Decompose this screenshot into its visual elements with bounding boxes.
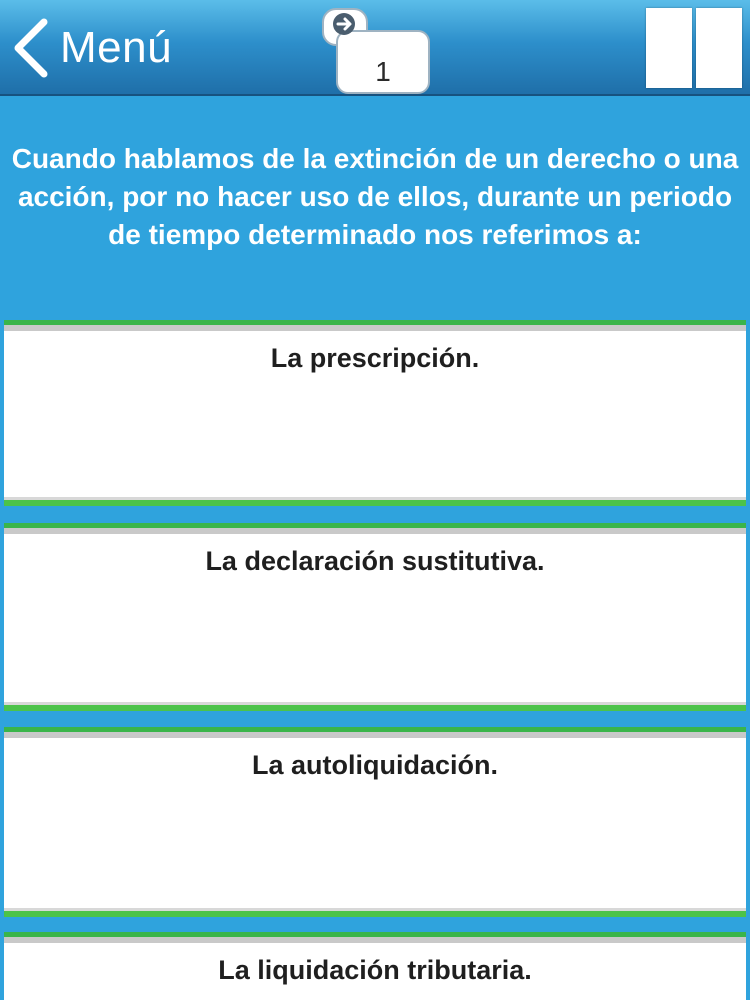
- answer-option-4[interactable]: La liquidación tributaria.: [4, 932, 746, 1000]
- question-counter: 1: [322, 8, 430, 94]
- answer-label: La autoliquidación.: [251, 750, 498, 780]
- pause-bar-right: [696, 8, 742, 88]
- answer-option-3[interactable]: La autoliquidación.: [4, 727, 746, 917]
- back-button[interactable]: Menú: [10, 14, 172, 82]
- answer-option-2[interactable]: La declaración sustitutiva.: [4, 523, 746, 711]
- answer-option-1[interactable]: La prescripción.: [4, 320, 746, 506]
- pause-button[interactable]: [644, 8, 744, 88]
- chevron-left-icon: [10, 18, 50, 78]
- question-number: 1: [375, 56, 391, 87]
- top-bar: Menú 1: [0, 0, 750, 96]
- answer-label: La liquidación tributaria.: [218, 955, 532, 985]
- answer-label: La declaración sustitutiva.: [205, 546, 545, 576]
- arrow-right-icon: [331, 11, 357, 37]
- pause-bar-left: [646, 8, 692, 88]
- back-label: Menú: [60, 23, 173, 72]
- answer-label: La prescripción.: [270, 343, 480, 373]
- question-text: Cuando hablamos de la extinción de un de…: [11, 143, 739, 250]
